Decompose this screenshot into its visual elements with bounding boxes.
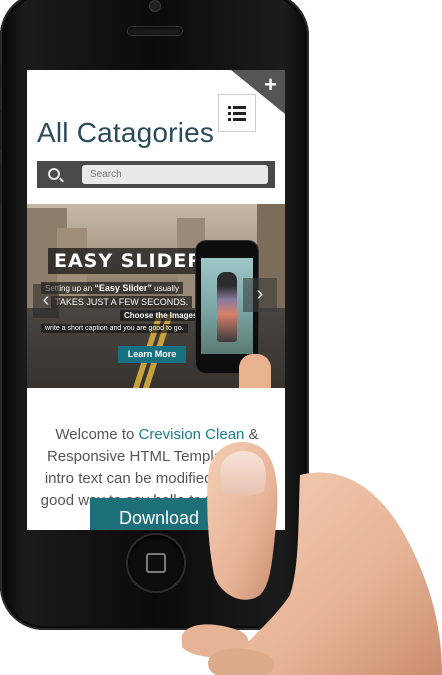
earpiece-speaker — [128, 27, 182, 35]
slide-caption-line: Choose the Images, — [120, 310, 204, 321]
caption-text: usually — [154, 284, 180, 293]
page-title: All Catagories — [37, 116, 215, 148]
search-bar — [37, 161, 275, 188]
hand-image — [182, 442, 442, 675]
search-icon[interactable] — [48, 168, 60, 180]
slide-caption-line: write a short caption and you are good t… — [41, 324, 188, 333]
slide-caption-line: Setting up an “Easy Slider” usually — [41, 282, 184, 294]
plus-icon[interactable]: + — [264, 72, 277, 98]
slide-title: EASY SLIDER — [48, 248, 209, 274]
model-figure — [217, 272, 237, 342]
volume-down-button — [0, 164, 2, 204]
home-button-icon — [146, 553, 166, 573]
intro-text-part: Welcome to — [55, 426, 139, 443]
search-input[interactable] — [82, 165, 268, 184]
mute-switch — [0, 64, 2, 88]
slide-caption-line: TAKES JUST A FEW SECONDS. — [51, 296, 193, 308]
prev-slide-arrow-icon[interactable]: ‹ — [33, 284, 59, 318]
caption-emphasis: “Easy Slider” — [94, 283, 152, 293]
next-slide-arrow-icon[interactable]: › — [243, 278, 277, 312]
menu-button[interactable] — [218, 94, 256, 132]
volume-up-button — [0, 110, 2, 150]
image-slider: EASY SLIDER Setting up an “Easy Slider” … — [27, 204, 285, 388]
front-camera — [150, 1, 160, 11]
home-button[interactable] — [128, 535, 184, 591]
slide-hand-image — [239, 354, 271, 388]
learn-more-button[interactable]: Learn More — [118, 346, 186, 363]
